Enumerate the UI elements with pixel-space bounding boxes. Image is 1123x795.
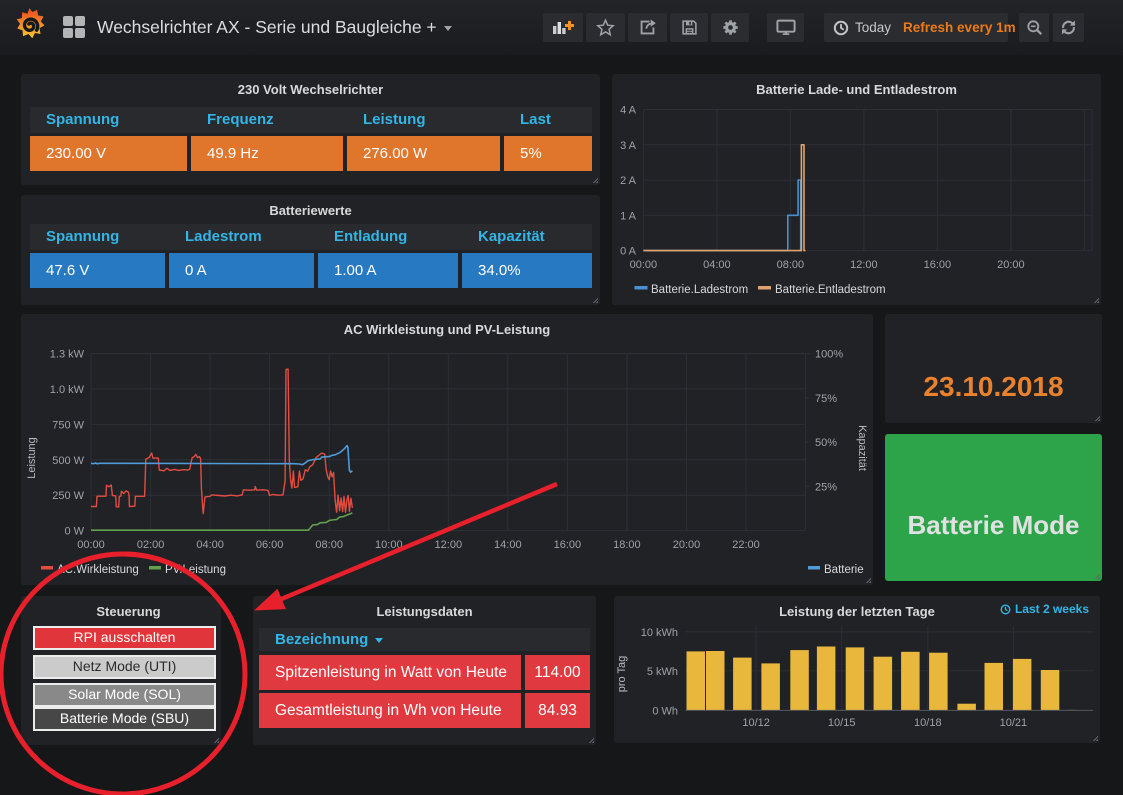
svg-text:20:00: 20:00 xyxy=(997,259,1025,271)
svg-text:1.3 kW: 1.3 kW xyxy=(50,349,85,361)
svg-text:PV.Leistung: PV.Leistung xyxy=(165,564,226,576)
svg-text:10/21: 10/21 xyxy=(1000,717,1028,729)
svg-text:2 A: 2 A xyxy=(620,175,637,187)
svg-text:0 Wh: 0 Wh xyxy=(652,705,678,717)
svg-text:0 A: 0 A xyxy=(620,246,637,258)
svg-text:20:00: 20:00 xyxy=(673,539,701,551)
svg-text:Batterie.Ladestrom: Batterie.Ladestrom xyxy=(651,284,748,296)
svg-text:750 W: 750 W xyxy=(52,419,84,431)
svg-text:1 A: 1 A xyxy=(620,210,637,222)
svg-text:50%: 50% xyxy=(815,437,837,449)
svg-text:12:00: 12:00 xyxy=(850,259,878,271)
svg-text:100%: 100% xyxy=(815,349,843,361)
svg-text:75%: 75% xyxy=(815,393,837,405)
svg-text:Batterie: Batterie xyxy=(824,564,864,576)
svg-text:04:00: 04:00 xyxy=(703,259,731,271)
svg-text:10/12: 10/12 xyxy=(742,717,770,729)
svg-text:14:00: 14:00 xyxy=(494,539,522,551)
svg-text:250 W: 250 W xyxy=(52,490,84,502)
svg-text:04:00: 04:00 xyxy=(196,539,224,551)
svg-text:00:00: 00:00 xyxy=(77,539,105,551)
svg-text:08:00: 08:00 xyxy=(777,259,805,271)
svg-text:4 A: 4 A xyxy=(620,105,637,117)
svg-text:02:00: 02:00 xyxy=(137,539,165,551)
svg-text:00:00: 00:00 xyxy=(630,259,658,271)
svg-text:0 W: 0 W xyxy=(64,526,84,538)
svg-text:08:00: 08:00 xyxy=(315,539,343,551)
svg-text:10/18: 10/18 xyxy=(914,717,942,729)
svg-text:5 kWh: 5 kWh xyxy=(647,666,678,678)
svg-text:18:00: 18:00 xyxy=(613,539,641,551)
svg-text:pro Tag: pro Tag xyxy=(616,656,628,693)
svg-text:10/15: 10/15 xyxy=(828,717,856,729)
svg-text:16:00: 16:00 xyxy=(924,259,952,271)
svg-text:1.0 kW: 1.0 kW xyxy=(50,384,85,396)
svg-text:Kapazität: Kapazität xyxy=(856,425,868,471)
svg-text:500 W: 500 W xyxy=(52,455,84,467)
svg-text:10:00: 10:00 xyxy=(375,539,403,551)
svg-text:AC.Wirkleistung: AC.Wirkleistung xyxy=(57,564,139,576)
svg-text:Batterie.Entladestrom: Batterie.Entladestrom xyxy=(775,284,886,296)
svg-text:12:00: 12:00 xyxy=(435,539,463,551)
svg-text:Leistung: Leistung xyxy=(26,437,38,479)
svg-text:3 A: 3 A xyxy=(620,140,637,152)
svg-text:16:00: 16:00 xyxy=(554,539,582,551)
svg-text:25%: 25% xyxy=(815,481,837,493)
svg-text:22:00: 22:00 xyxy=(732,539,760,551)
svg-text:06:00: 06:00 xyxy=(256,539,284,551)
svg-text:10 kWh: 10 kWh xyxy=(641,627,678,639)
